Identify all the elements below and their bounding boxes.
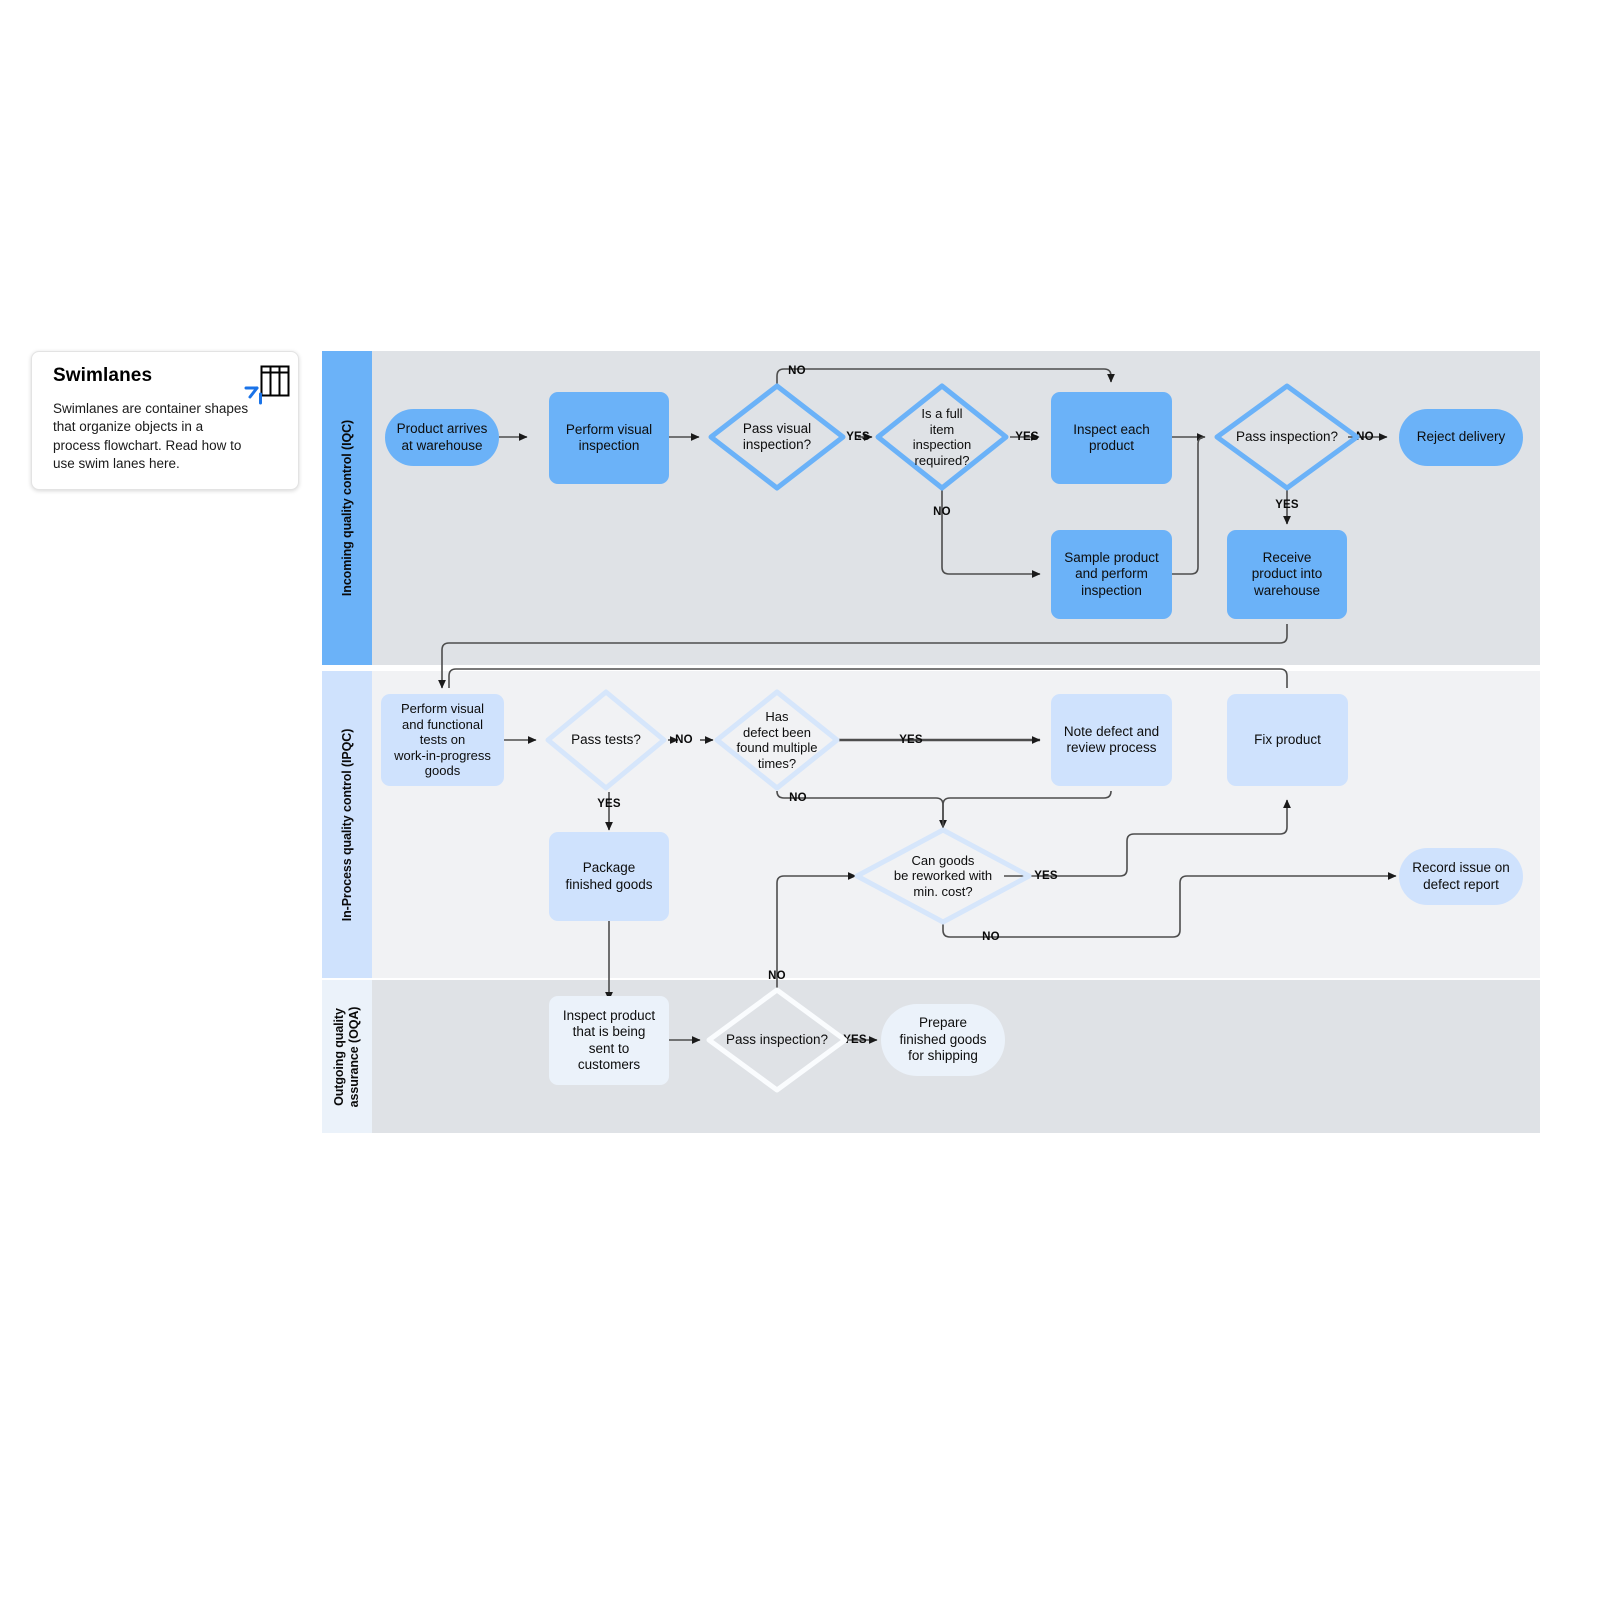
node-label: Pass inspection? xyxy=(1235,428,1339,444)
node-label: Prepare finished goods for shipping xyxy=(899,1015,987,1064)
node-pass-tests-decision[interactable]: Pass tests? xyxy=(544,688,668,792)
node-label: Pass inspection? xyxy=(725,1031,829,1047)
node-product-arrives-at-warehouse[interactable]: Product arrives at warehouse xyxy=(385,409,499,466)
node-label: Record issue on defect report xyxy=(1412,860,1510,892)
node-label: Inspect each product xyxy=(1073,421,1150,454)
node-fix-product[interactable]: Fix product xyxy=(1227,694,1348,786)
edge-label-reworked-yes: YES xyxy=(1034,870,1058,882)
node-label: Pass visual inspection? xyxy=(742,420,812,453)
node-record-issue-on-defect-report[interactable]: Record issue on defect report xyxy=(1399,848,1523,905)
node-label: Reject delivery xyxy=(1416,429,1506,445)
lane-label-oqa: Outgoing quality assurance (OQA) xyxy=(332,1006,361,1107)
edge-label-passtests-no: NO xyxy=(675,734,693,746)
lane-header-iqc: Incoming quality control (IQC) xyxy=(322,351,372,665)
node-sample-product-and-perform-inspection[interactable]: Sample product and perform inspection xyxy=(1051,530,1172,619)
lane-header-oqa: Outgoing quality assurance (OQA) xyxy=(322,980,372,1133)
edge-label-defectmultiple-yes: YES xyxy=(899,734,923,746)
edge-label-reworked-no: NO xyxy=(982,931,1000,943)
swimlane-table-icon xyxy=(244,364,290,406)
node-perform-visual-inspection[interactable]: Perform visual inspection xyxy=(549,392,669,484)
node-note-defect-and-review-process[interactable]: Note defect and review process xyxy=(1051,694,1172,786)
node-has-defect-been-found-multiple-times-decision[interactable]: Has defect been found multiple times? xyxy=(713,688,841,792)
node-label: Pass tests? xyxy=(571,731,641,747)
node-perform-visual-and-functional-tests[interactable]: Perform visual and functional tests on w… xyxy=(381,694,504,786)
node-package-finished-goods[interactable]: Package finished goods xyxy=(549,832,669,921)
edge-label-passtests-yes: YES xyxy=(597,798,621,810)
node-pass-inspection-iqc-decision[interactable]: Pass inspection? xyxy=(1213,382,1361,492)
edge-label-defectmultiple-no: NO xyxy=(789,792,807,804)
info-card-title: Swimlanes xyxy=(53,365,153,386)
lane-label-ipqc: In-Process quality control (IPQC) xyxy=(340,728,354,921)
node-reject-delivery[interactable]: Reject delivery xyxy=(1399,409,1523,466)
node-inspect-each-product[interactable]: Inspect each product xyxy=(1051,392,1172,484)
node-label: Package finished goods xyxy=(565,860,653,892)
node-receive-product-into-warehouse[interactable]: Receive product into warehouse xyxy=(1227,530,1347,619)
edge-label-passvisual-yes: YES xyxy=(846,431,870,443)
node-label: Inspect product that is being sent to cu… xyxy=(562,1007,656,1073)
node-label: Perform visual and functional tests on w… xyxy=(394,701,491,779)
node-label: Note defect and review process xyxy=(1063,723,1160,756)
node-label: Perform visual inspection xyxy=(565,421,653,454)
swimlane-in-process-quality-control: In-Process quality control (IPQC) xyxy=(322,671,1540,978)
node-label: Product arrives at warehouse xyxy=(396,421,488,453)
node-is-full-item-inspection-required-decision[interactable]: Is a full item inspection required? xyxy=(874,382,1010,492)
node-label: Fix product xyxy=(1254,731,1321,747)
node-label: Can goods be reworked with min. cost? xyxy=(893,852,993,899)
node-pass-visual-inspection-decision[interactable]: Pass visual inspection? xyxy=(707,382,847,492)
node-prepare-finished-goods-for-shipping[interactable]: Prepare finished goods for shipping xyxy=(881,1004,1005,1076)
node-inspect-product-sent-to-customers[interactable]: Inspect product that is being sent to cu… xyxy=(549,996,669,1085)
node-label: Sample product and perform inspection xyxy=(1064,549,1159,598)
edge-label-passinsp2-no: NO xyxy=(768,970,786,982)
info-card-body: Swimlanes are container shapes that orga… xyxy=(53,401,249,472)
edge-label-fullitem-no: NO xyxy=(933,506,951,518)
node-pass-inspection-oqa-decision[interactable]: Pass inspection? xyxy=(705,986,849,1094)
node-label: Has defect been found multiple times? xyxy=(736,709,818,771)
edge-label-passvisual-no: NO xyxy=(788,365,806,377)
swimlanes-info-card: Swimlanes Swimlanes are container shapes… xyxy=(31,351,299,490)
edge-label-fullitem-yes: YES xyxy=(1015,431,1039,443)
edge-label-passinsp1-yes: YES xyxy=(1275,499,1299,511)
node-label: Receive product into warehouse xyxy=(1251,549,1323,598)
node-label: Is a full item inspection required? xyxy=(912,406,972,468)
node-can-goods-be-reworked-decision[interactable]: Can goods be reworked with min. cost? xyxy=(853,826,1033,926)
lane-header-ipqc: In-Process quality control (IPQC) xyxy=(322,671,372,978)
lane-label-iqc: Incoming quality control (IQC) xyxy=(340,419,354,597)
